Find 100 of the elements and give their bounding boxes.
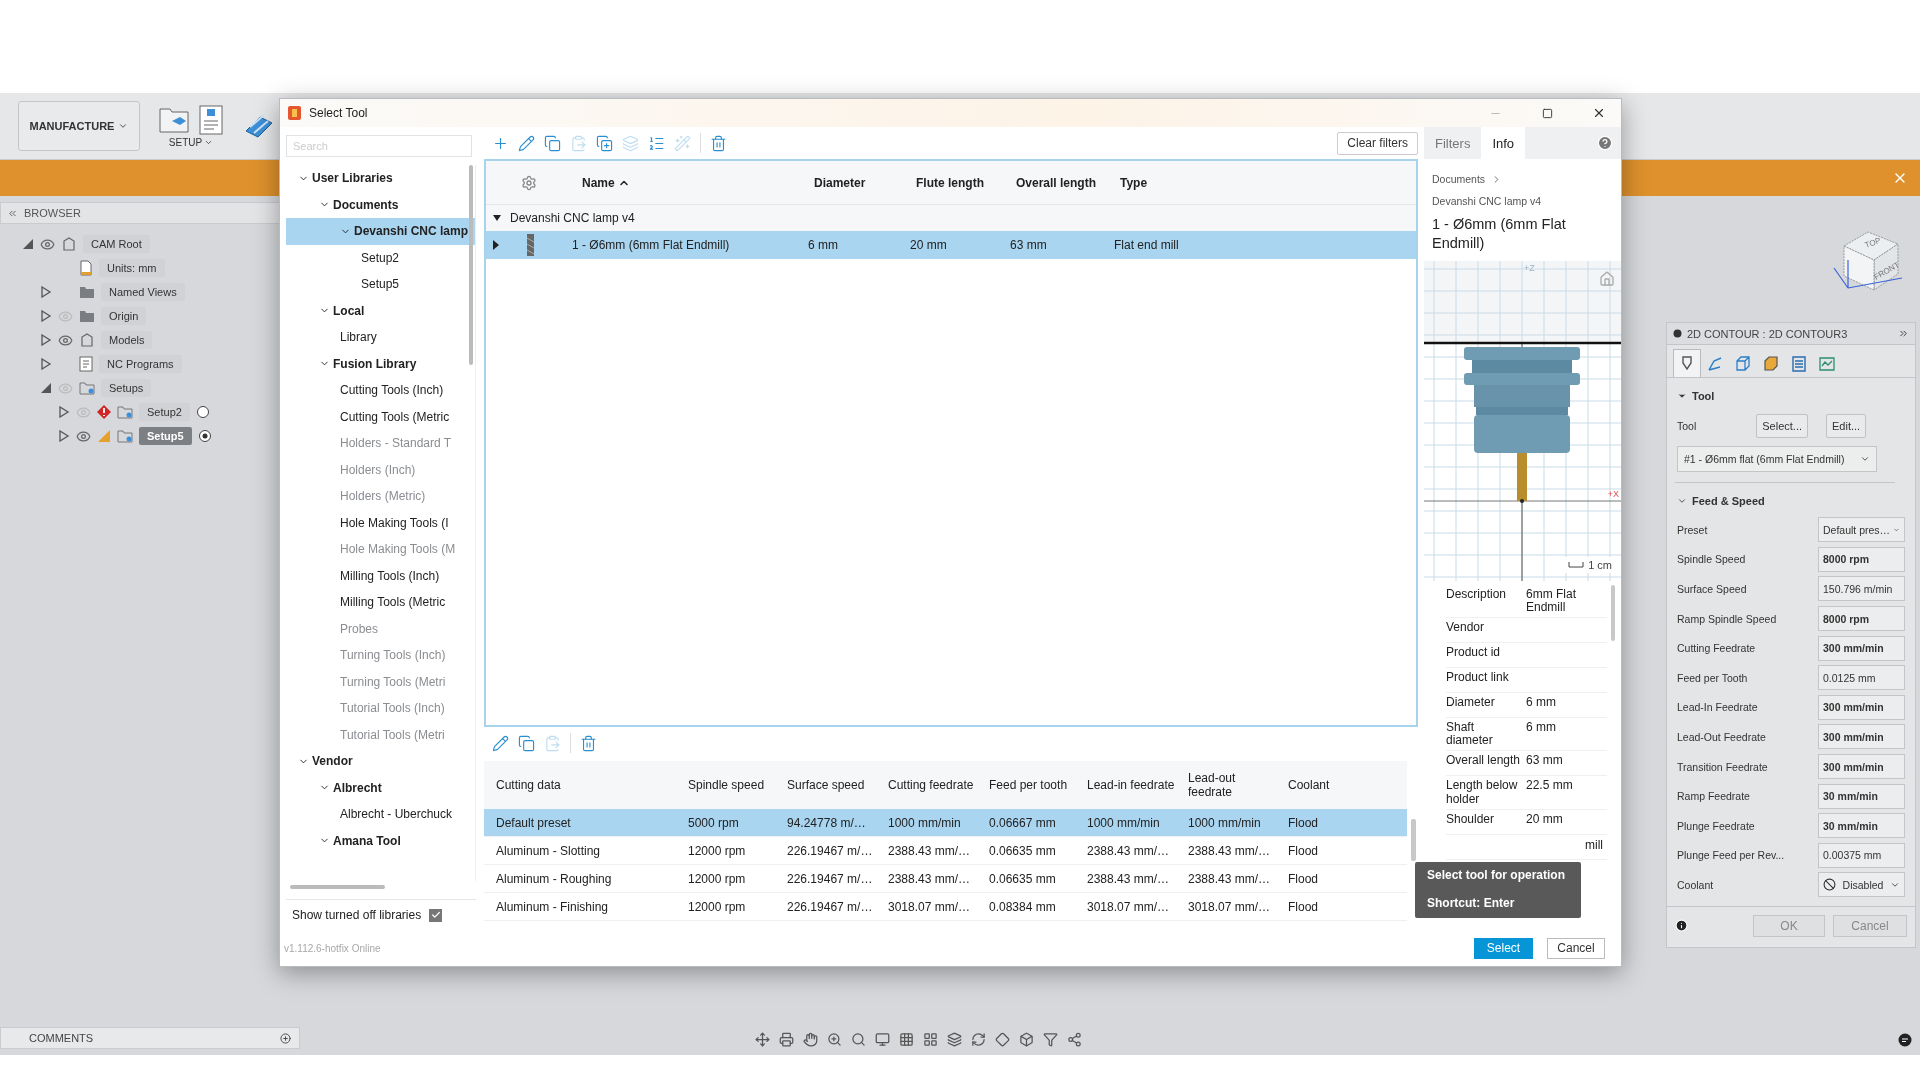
share-icon[interactable] [1067,1032,1082,1047]
value-field[interactable]: 8000 rpm [1818,606,1905,632]
column-header[interactable]: Coolant [1276,778,1407,792]
browser-item[interactable]: Origin [101,307,147,325]
panel-tab[interactable] [1673,349,1701,377]
value-field[interactable]: 300 mm/min [1818,724,1905,750]
column-header[interactable]: Cutting feedrate [876,778,977,792]
browser-item[interactable]: CAM Root [83,235,150,253]
browser-item[interactable]: Units: mm [99,259,165,277]
tool-row[interactable]: 1 - Ø6mm (6mm Flat Endmill) 6 mm 20 mm 63 mm Flat end mill [486,231,1416,259]
chat-icon[interactable] [1898,1033,1912,1047]
search-icon[interactable] [851,1032,866,1047]
geometry-icon[interactable] [1706,354,1724,373]
tab[interactable]: Info [1481,127,1526,159]
value-field[interactable]: 300 mm/min [1818,635,1905,661]
library-tree-item[interactable]: Cutting Tools (Metric [286,403,475,430]
column-header[interactable]: Name [572,175,808,190]
library-tree-item[interactable]: Holders (Metric) [286,483,475,510]
info-icon[interactable] [1675,919,1688,933]
display-icon[interactable] [875,1032,890,1047]
value-field[interactable]: 30 mm/min [1818,783,1905,809]
grid-icon[interactable] [899,1032,914,1047]
orbit-icon[interactable] [971,1032,986,1047]
library-tree-item[interactable]: Albrecht - Uberchuck [286,801,475,828]
library-tree-item[interactable]: Milling Tools (Metric [286,589,475,616]
column-header[interactable]: Spindle speed [676,778,775,792]
capture-icon[interactable] [779,1032,794,1047]
library-tree-item[interactable]: Holders - Standard T [286,430,475,457]
radio-button[interactable] [195,405,210,419]
library-tree-item[interactable]: Devanshi CNC lamp [286,218,475,245]
column-header[interactable]: Type [1114,175,1416,190]
add-comment-icon[interactable] [280,1032,291,1044]
library-tree-item[interactable]: Turning Tools (Inch) [286,642,475,669]
expand-icon[interactable] [58,430,70,442]
expand-icon[interactable] [40,358,52,370]
value-field[interactable]: 150.796 m/min [1818,576,1905,602]
tool-select[interactable]: #1 - Ø6mm flat (6mm Flat Endmill) [1677,446,1877,472]
checkbox[interactable] [429,908,443,922]
library-tree-item[interactable]: Albrecht [286,774,475,801]
value-field[interactable]: 0.00375 mm [1818,842,1905,868]
passes-icon[interactable] [1762,354,1780,373]
library-tree-item[interactable]: Turning Tools (Metri [286,668,475,695]
value-field[interactable]: 0.0125 mm [1818,665,1905,691]
column-header[interactable]: Diameter [808,175,910,190]
expand-icon[interactable] [40,286,52,298]
library-tree-item[interactable]: Fusion Library [286,350,475,377]
layout-icon[interactable] [923,1032,938,1047]
preset-select[interactable]: Default pres… [1818,517,1905,543]
linking-icon[interactable] [1790,354,1808,373]
browser-item[interactable]: Setups [101,379,152,397]
library-tree-item[interactable]: Setup2 [286,244,475,271]
library-tree-item[interactable]: Documents [286,191,475,218]
clear-filters-button[interactable]: Clear filters [1337,131,1418,155]
column-header[interactable]: Lead-out feedrate [1176,771,1276,799]
visibility-icon[interactable] [76,428,91,444]
expand-icon[interactable] [40,310,52,322]
library-tree-item[interactable]: Vendor [286,748,475,775]
help-icon[interactable] [1597,135,1613,151]
pencil-icon[interactable] [518,134,535,152]
copy-icon[interactable] [518,734,535,752]
preset-row[interactable]: Default preset 5000 rpm 94.24778 m/… 1000 mm/min 0.06667 mm 1000 mm/min 1000 mm/min Flood [484,809,1407,837]
tab[interactable]: Filters [1424,127,1482,159]
library-tree-item[interactable]: User Libraries [286,165,475,192]
expand-panel-icon[interactable] [1898,328,1909,339]
library-tree-item[interactable]: Tutorial Tools (Inch) [286,695,475,722]
browser-item[interactable]: NC Programs [99,355,182,373]
library-tree-item[interactable]: Library [286,324,475,351]
column-header[interactable]: Flute length [910,175,1010,190]
close-icon[interactable] [1592,106,1606,120]
library-tree-item[interactable]: Hole Making Tools (I [286,509,475,536]
library-tree-item[interactable]: Amana Tool [286,827,475,854]
heights-icon[interactable] [1734,354,1752,373]
maximize-icon[interactable] [1541,107,1553,119]
value-field[interactable]: 8000 rpm [1818,546,1905,572]
edit-button[interactable]: Edit... [1826,414,1867,438]
diamond-icon[interactable] [995,1032,1010,1047]
expand-icon[interactable] [40,334,52,346]
box-icon[interactable] [1019,1032,1034,1047]
pencil-icon[interactable] [492,734,509,752]
trash-icon[interactable] [580,734,597,752]
program-icon[interactable] [198,104,224,135]
column-header[interactable]: Cutting data [484,778,676,792]
workspace-button[interactable]: MANUFACTURE [18,101,140,151]
zoom-icon[interactable] [827,1032,842,1047]
library-tree-item[interactable]: Hole Making Tools (M [286,536,475,563]
library-tree-item[interactable]: Holders (Inch) [286,456,475,483]
expand-icon[interactable] [492,240,500,250]
expand-icon[interactable] [58,406,70,418]
value-field[interactable]: 30 mm/min [1818,813,1905,839]
numbered-list-icon[interactable] [648,134,665,152]
visibility-icon[interactable] [58,332,73,348]
move-icon[interactable] [755,1032,770,1047]
library-tree-item[interactable]: Tutorial Tools (Metri [286,721,475,748]
column-header[interactable]: Feed per tooth [977,778,1075,792]
cancel-button[interactable]: Cancel [1547,937,1605,959]
breadcrumb-link[interactable]: Documents [1432,173,1486,185]
column-header[interactable]: Overall length [1010,175,1114,190]
collapse-icon[interactable] [492,213,502,223]
column-header[interactable]: Lead-in feedrate [1075,778,1176,792]
browser-item[interactable]: Setup5 [139,427,192,445]
